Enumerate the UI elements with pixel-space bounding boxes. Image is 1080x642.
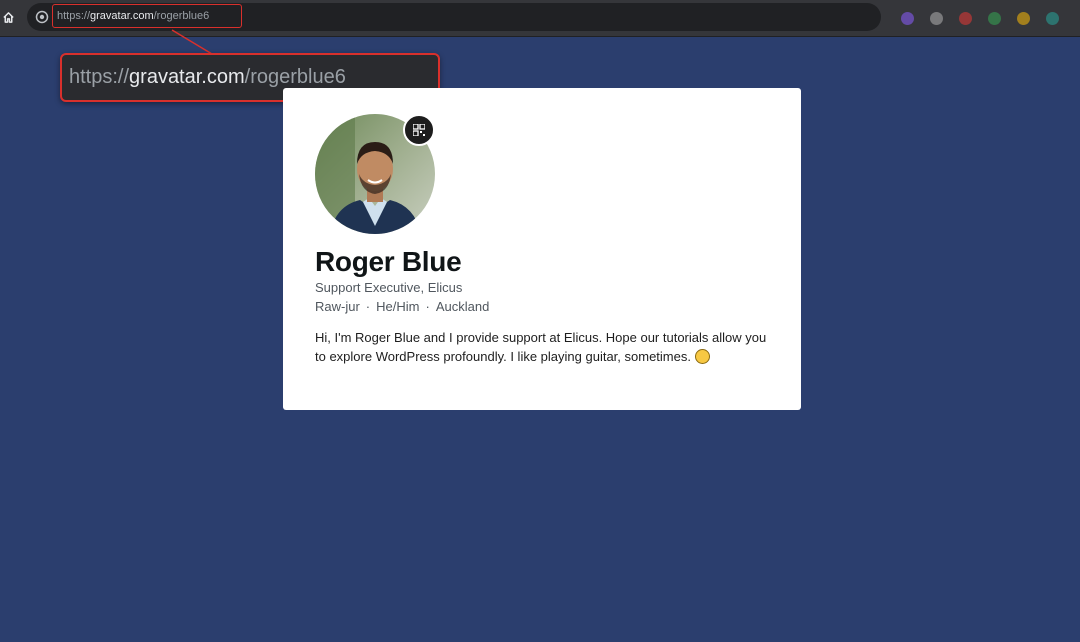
profile-job-title: Support Executive, Elicus bbox=[315, 280, 463, 295]
profile-pronouns: He/Him bbox=[376, 299, 420, 314]
globe-icon[interactable] bbox=[35, 10, 49, 24]
url-host: gravatar.com bbox=[90, 10, 154, 22]
meta-separator: · bbox=[425, 299, 430, 314]
teal-extension-icon[interactable] bbox=[1038, 7, 1067, 29]
profile-card: Roger Blue Support Executive, Elicus Raw… bbox=[283, 88, 801, 410]
qr-code-button[interactable] bbox=[403, 114, 435, 146]
zoom-url-path: /rogerblue6 bbox=[244, 66, 346, 88]
zoom-url-scheme: https:// bbox=[69, 66, 130, 88]
url-path: /rogerblue6 bbox=[153, 10, 210, 22]
browser-toolbar: https://gravatar.com/rogerblue6 bbox=[0, 0, 1080, 37]
profile-location: Auckland bbox=[435, 299, 490, 314]
meta-separator: · bbox=[365, 299, 371, 314]
url-scheme: https:// bbox=[57, 10, 91, 22]
home-icon[interactable] bbox=[0, 9, 16, 25]
url-text[interactable]: https://gravatar.com/rogerblue6 bbox=[52, 4, 242, 28]
grinning-emoji-icon bbox=[694, 349, 710, 364]
extensions-bar bbox=[893, 7, 1067, 29]
qr-code-icon bbox=[413, 124, 425, 136]
profile-meta: Raw-jur · He/Him · Auckland bbox=[315, 299, 489, 314]
pen-extension-icon[interactable] bbox=[922, 7, 951, 29]
red-extension-icon[interactable] bbox=[951, 7, 980, 29]
profile-bio: Hi, I'm Roger Blue and I provide support… bbox=[315, 328, 769, 366]
address-bar[interactable]: https://gravatar.com/rogerblue6 bbox=[27, 3, 881, 31]
zoom-url-host: gravatar.com bbox=[129, 66, 245, 88]
multicolor-extension-icon[interactable] bbox=[1009, 7, 1038, 29]
purple-extension-icon[interactable] bbox=[893, 7, 922, 29]
green-extension-icon[interactable] bbox=[980, 7, 1009, 29]
profile-name: Roger Blue bbox=[315, 246, 462, 277]
profile-pronunciation: Raw-jur bbox=[315, 299, 360, 314]
